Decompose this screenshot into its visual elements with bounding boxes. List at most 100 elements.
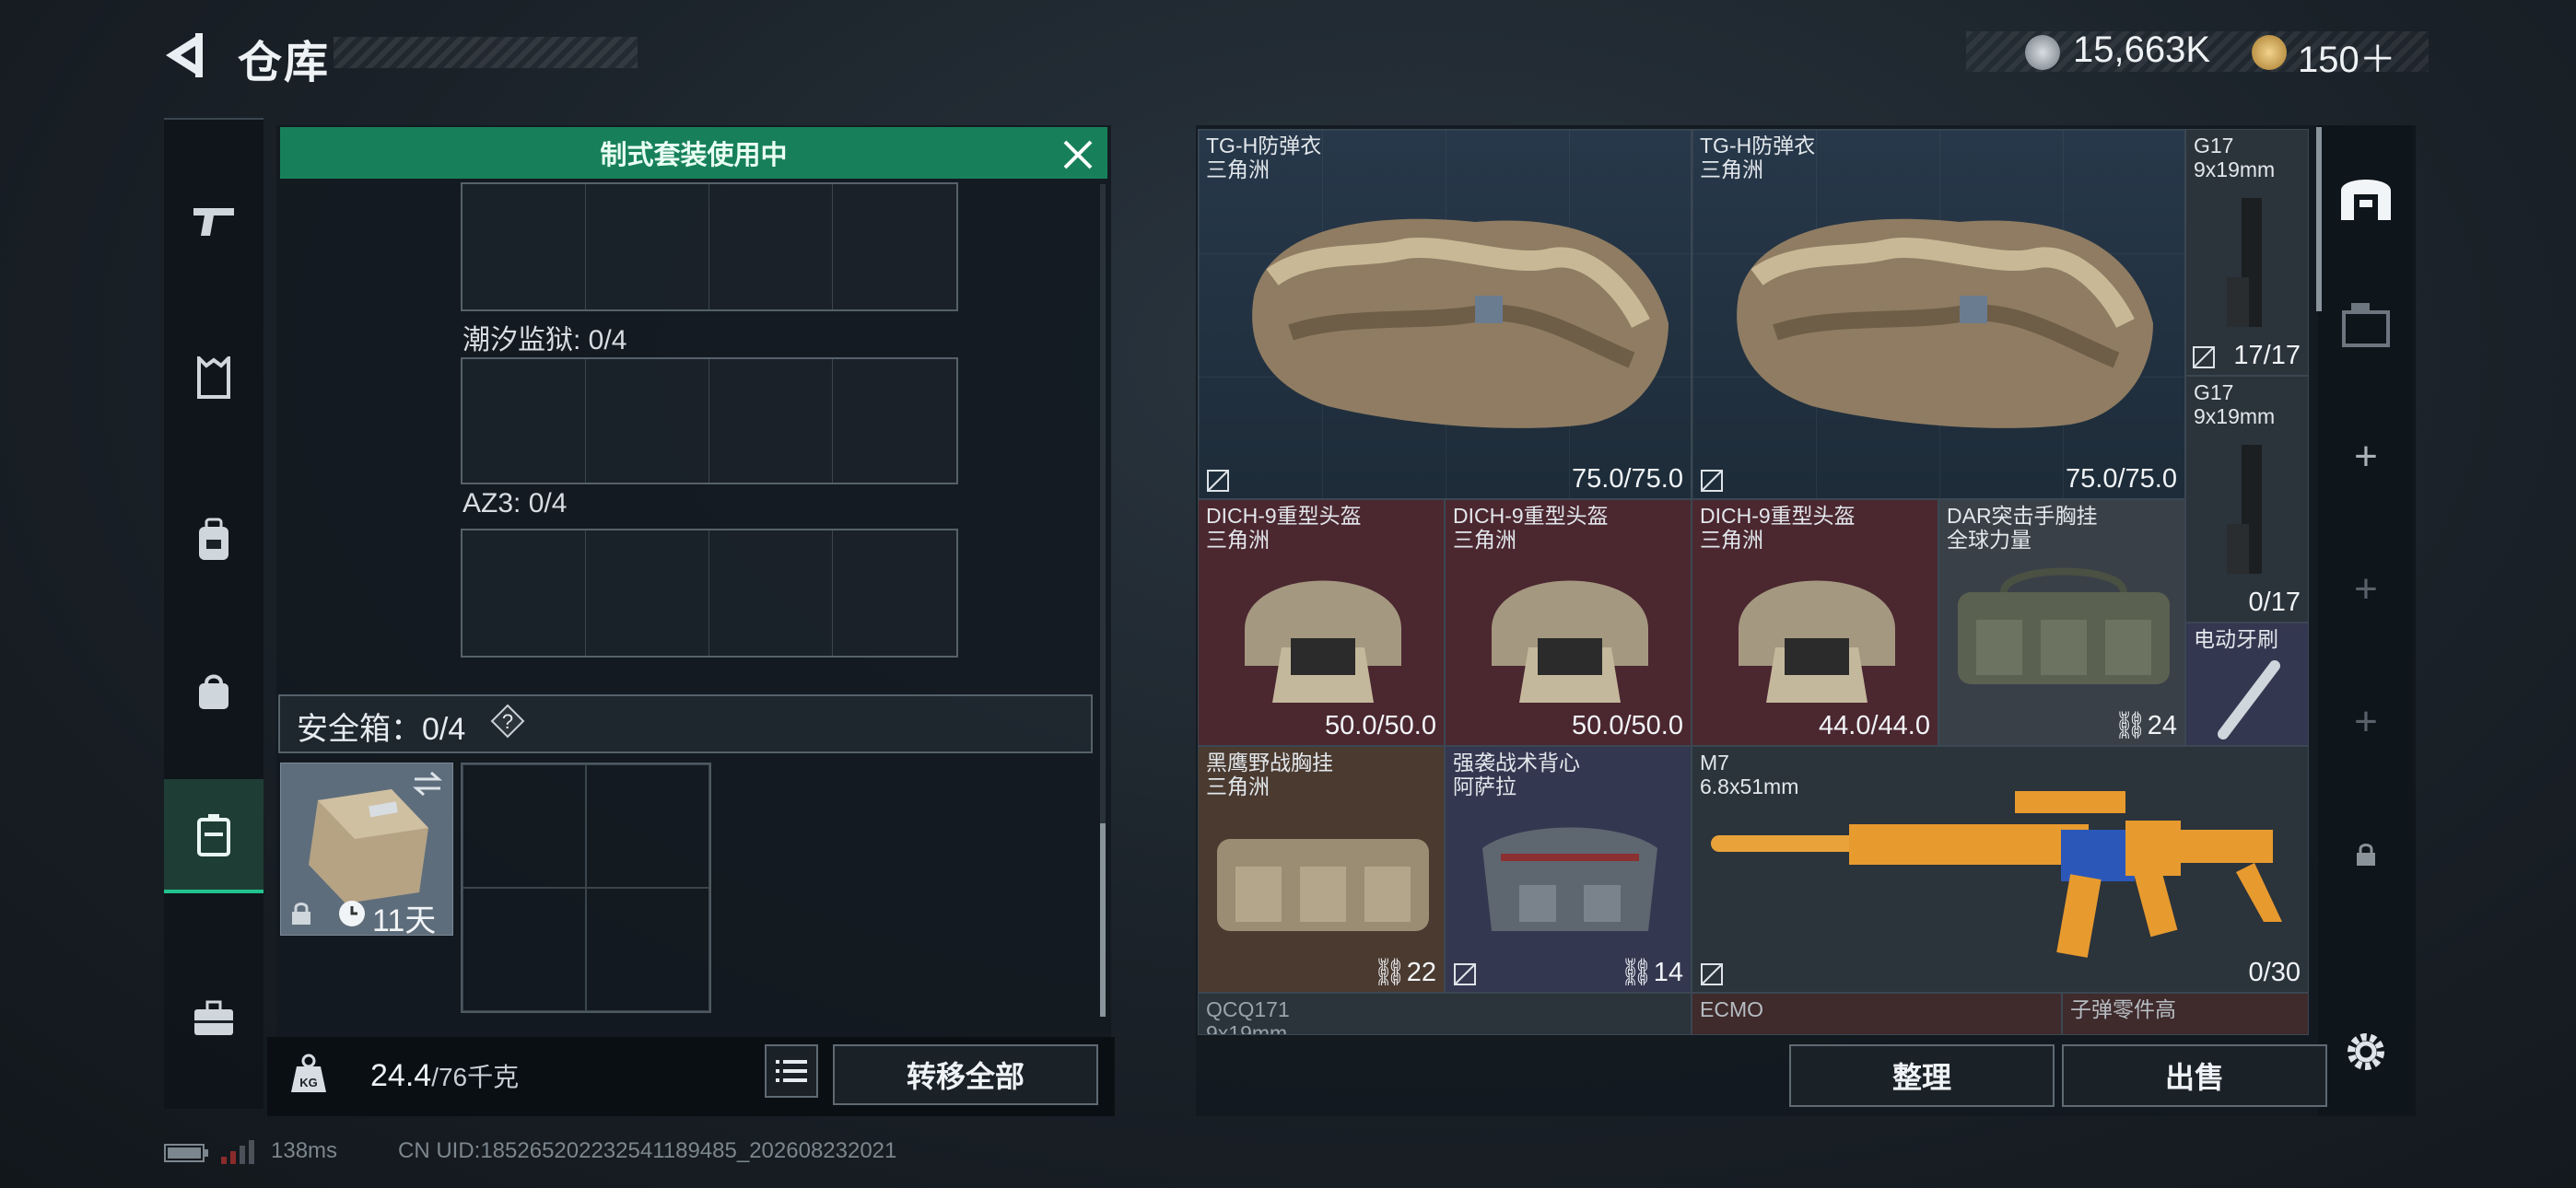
- weight-total: /76千克: [431, 1063, 520, 1091]
- clock-icon: [337, 899, 367, 933]
- item-qcq171[interactable]: QCQ171 9x19mm: [1198, 993, 1692, 1035]
- gold-coin-icon: [2252, 35, 2287, 70]
- slot-grid-tide[interactable]: [461, 357, 958, 484]
- item-name: QCQ171 9x19mm: [1206, 997, 1290, 1035]
- slot-grid-top[interactable]: [461, 182, 958, 311]
- item-name: 子弹零件高: [2070, 997, 2176, 1021]
- item-g17-1[interactable]: G17 9x19mm 17/17: [2185, 129, 2309, 376]
- item-toothbrush[interactable]: 电动牙刷: [2185, 623, 2309, 746]
- rig-image: [1958, 567, 2170, 684]
- page-title: 仓库: [238, 39, 331, 87]
- nav-pistol[interactable]: [164, 166, 263, 276]
- slot-row-label: 潮汐监狱: 0/4: [463, 325, 627, 355]
- item-ammo-parts[interactable]: 子弹零件高: [2062, 993, 2309, 1035]
- add-stash-icon[interactable]: +: [2333, 556, 2399, 623]
- item-helmet-2[interactable]: DICH-9重型头盔 三角洲 50.0/50.0: [1445, 499, 1692, 746]
- nav-backpack[interactable]: [164, 484, 263, 595]
- nav-bag[interactable]: [164, 635, 263, 746]
- item-ammo: 0/17: [2248, 588, 2301, 617]
- item-ammo: 0/30: [2248, 958, 2301, 987]
- armor-icon: [197, 356, 230, 399]
- weight-icon: KG: [289, 1054, 328, 1099]
- weight-readout: 24.4/76千克: [370, 1057, 519, 1094]
- left-scroll-thumb[interactable]: [1100, 823, 1106, 1017]
- add-stash-icon[interactable]: +: [2333, 689, 2399, 755]
- item-m7-rifle[interactable]: M7 6.8x51mm 0/30: [1692, 746, 2309, 993]
- item-name: 电动牙刷: [2194, 627, 2278, 651]
- ping-readout: 138ms: [271, 1138, 338, 1163]
- item-durability: 44.0/44.0: [1819, 711, 1930, 740]
- nav-case[interactable]: [164, 779, 263, 893]
- slot-row-label: AZ3: 0/4: [463, 488, 568, 518]
- safebox-label: 安全箱：0/4: [297, 712, 466, 747]
- swap-icon[interactable]: [411, 770, 444, 802]
- silver-coin-icon: [2025, 35, 2060, 70]
- help-icon[interactable]: ?: [490, 704, 525, 739]
- item-helmet-3[interactable]: DICH-9重型头盔 三角洲 44.0/44.0: [1692, 499, 1938, 746]
- signal-icon: [219, 1138, 256, 1171]
- item-assault-vest[interactable]: 强袭战术背心 阿萨拉 ⛓14: [1445, 746, 1692, 993]
- lock-icon: [2357, 844, 2375, 866]
- rifle-image: [1711, 791, 2282, 958]
- svg-text:KG: KG: [299, 1076, 318, 1089]
- list-icon: [776, 1060, 807, 1082]
- transfer-all-button[interactable]: 转移全部: [833, 1044, 1098, 1105]
- item-name: DICH-9重型头盔 三角洲: [1206, 504, 1362, 552]
- pistol-image: [2227, 445, 2262, 574]
- capacity-icon: ⛓: [2113, 711, 2148, 740]
- case-icon: [197, 814, 230, 856]
- pistol-image: [2227, 198, 2262, 327]
- warehouse-icon: [2341, 180, 2391, 220]
- item-g17-2[interactable]: G17 9x19mm 0/17: [2185, 376, 2309, 623]
- no-insure-icon: [1207, 470, 1229, 492]
- nav-toolbox[interactable]: [164, 963, 263, 1074]
- item-name: 黑鹰野战胸挂 三角洲: [1206, 751, 1333, 798]
- toothbrush-image: [2218, 660, 2280, 740]
- lock-icon: [289, 901, 313, 931]
- armor-vest-image: [1252, 218, 1669, 428]
- item-name: DAR突击手胸挂 全球力量: [1947, 504, 2098, 552]
- helmet-image: [1739, 580, 1895, 703]
- locked-stash[interactable]: [2333, 821, 2399, 888]
- add-stash-icon[interactable]: +: [2333, 424, 2399, 490]
- item-durability: 75.0/75.0: [1572, 464, 1683, 494]
- item-armor-1[interactable]: TG-H防弹衣 三角洲 75.0/75.0: [1198, 129, 1692, 499]
- close-icon[interactable]: [1060, 136, 1096, 173]
- kit-banner: 制式套装使用中: [280, 127, 1107, 179]
- item-chest-rig-blackhawk[interactable]: 黑鹰野战胸挂 三角洲 ⛓22: [1198, 746, 1445, 993]
- item-name: DICH-9重型头盔 三角洲: [1453, 504, 1609, 552]
- stash-tab-main[interactable]: [2333, 162, 2399, 228]
- item-name: G17 9x19mm: [2194, 380, 2276, 428]
- back-button[interactable]: [158, 28, 214, 83]
- crate-icon: [2342, 303, 2390, 347]
- nav-armor[interactable]: [164, 322, 263, 433]
- category-nav: [164, 118, 263, 1109]
- case-timer: 11天: [372, 903, 437, 938]
- item-helmet-1[interactable]: DICH-9重型头盔 三角洲 50.0/50.0: [1198, 499, 1445, 746]
- item-durability: 50.0/50.0: [1325, 711, 1436, 740]
- item-capacity: ⛓14: [1619, 958, 1683, 987]
- item-ecmo[interactable]: ECMO: [1692, 993, 2062, 1035]
- no-insure-icon: [1701, 470, 1723, 492]
- slot-grid-az3[interactable]: [461, 529, 958, 658]
- sell-button[interactable]: 出售: [2062, 1044, 2327, 1107]
- rig-image: [1217, 839, 1429, 931]
- list-view-button[interactable]: [765, 1044, 818, 1098]
- sort-button[interactable]: 整理: [1789, 1044, 2055, 1107]
- item-capacity: ⛓22: [1372, 958, 1436, 987]
- currency-primary: 15,663K: [2073, 29, 2211, 70]
- item-armor-2[interactable]: TG-H防弹衣 三角洲 75.0/75.0: [1692, 129, 2185, 499]
- stash-tab-2[interactable]: [2333, 291, 2399, 357]
- item-name: ECMO: [1700, 997, 1763, 1021]
- no-insure-icon: [1701, 963, 1723, 985]
- title-decoration: [334, 37, 638, 68]
- capacity-icon: ⛓: [1619, 958, 1654, 987]
- safebox-grid[interactable]: [461, 763, 711, 1013]
- settings-button[interactable]: [2333, 1019, 2399, 1085]
- currency-secondary[interactable]: 150＋: [2298, 29, 2396, 83]
- item-name: DICH-9重型头盔 三角洲: [1700, 504, 1856, 552]
- item-ammo: 17/17: [2233, 341, 2301, 370]
- toolbox-icon: [194, 1000, 233, 1035]
- stash-scroll-thumb[interactable]: [2316, 127, 2322, 311]
- item-chest-rig-dar[interactable]: DAR突击手胸挂 全球力量 ⛓24: [1938, 499, 2185, 746]
